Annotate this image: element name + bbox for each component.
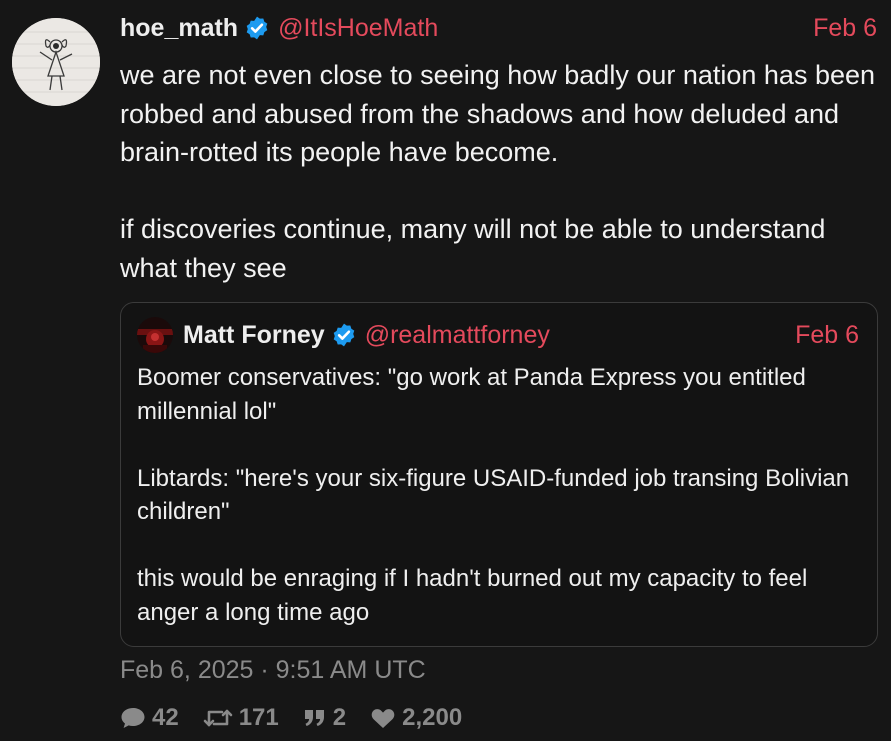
like-count: 2,200: [402, 704, 463, 731]
quote-stat[interactable]: 2: [303, 704, 346, 732]
verified-badge-icon: [244, 15, 270, 41]
display-name[interactable]: hoe_math: [120, 14, 238, 43]
tweet-date-link[interactable]: Feb 6: [813, 14, 877, 43]
quoted-handle-link[interactable]: @realmattforney: [365, 321, 550, 350]
quoted-tweet-text: Boomer conservatives: "go work at Panda …: [137, 364, 850, 626]
comment-icon: [121, 708, 145, 728]
like-stat[interactable]: 2,200: [370, 704, 462, 732]
quote-icon: [304, 710, 324, 726]
tweet-card: hoe_math @ItIsHoeMath Feb 6 we are not e…: [0, 0, 891, 741]
tweet-header: hoe_math @ItIsHoeMath Feb 6: [120, 8, 877, 48]
verified-badge-icon: [331, 322, 357, 348]
handle-link[interactable]: @ItIsHoeMath: [278, 14, 438, 43]
quote-count: 2: [332, 704, 347, 731]
quoted-date-link[interactable]: Feb 6: [795, 321, 859, 350]
heart-icon: [371, 709, 395, 728]
avatar[interactable]: [12, 18, 100, 106]
reply-stat[interactable]: 42: [120, 704, 179, 732]
retweet-icon: [203, 709, 233, 727]
retweet-count: 171: [238, 704, 279, 731]
tweet-stats: 42 171 2 2,200: [120, 704, 486, 732]
retweet-stat[interactable]: 171: [203, 704, 279, 732]
quoted-avatar[interactable]: [137, 317, 173, 353]
quoted-display-name[interactable]: Matt Forney: [183, 321, 325, 350]
tweet-text: we are not even close to seeing how badl…: [120, 60, 876, 283]
quoted-tweet-header: Matt Forney @realmattforney Feb 6: [137, 315, 859, 355]
tweet-content: hoe_math @ItIsHoeMath Feb 6 we are not e…: [120, 8, 877, 287]
reply-count: 42: [152, 704, 179, 731]
stick-figure-icon: [12, 18, 100, 106]
tweet-timestamp[interactable]: Feb 6, 2025 · 9:51 AM UTC: [120, 656, 426, 685]
quoted-tweet[interactable]: Matt Forney @realmattforney Feb 6 Boomer…: [120, 302, 878, 647]
